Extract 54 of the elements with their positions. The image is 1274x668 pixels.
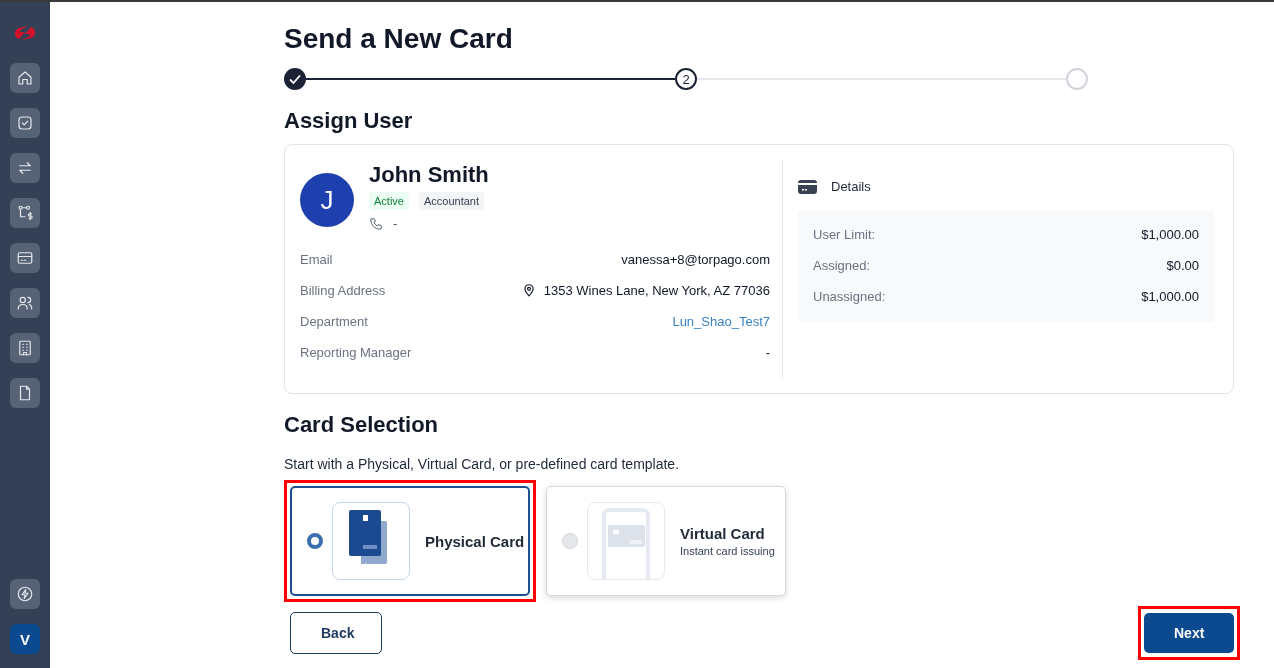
nav-button[interactable] — [10, 288, 40, 318]
detail-label: Assigned: — [813, 258, 871, 275]
phone-value: - — [393, 216, 398, 231]
lightning-icon — [16, 585, 34, 603]
card-icon — [16, 249, 34, 267]
location-pin-icon — [521, 283, 536, 297]
arrows-icon — [16, 159, 34, 177]
status-tag: Active — [369, 192, 409, 210]
user-avatar: J — [300, 173, 354, 227]
option-title: Virtual Card — [680, 525, 766, 542]
home-icon — [16, 69, 34, 87]
card-icon — [798, 179, 817, 194]
field-value: vanessa+8@torpago.com — [621, 251, 770, 267]
department-link[interactable]: Lun_Shao_Test7 — [672, 313, 770, 329]
detail-value: $1,000.00 — [1141, 227, 1199, 244]
field-label: Department — [300, 313, 368, 329]
building-icon — [16, 339, 34, 357]
nav-button[interactable] — [10, 243, 40, 273]
section-heading: Card Selection — [284, 412, 440, 438]
step-indicator: 2 — [675, 68, 697, 90]
detail-label: User Limit: — [813, 227, 876, 244]
flow-dollar-icon — [16, 204, 34, 222]
users-icon — [16, 294, 34, 312]
field-value: - — [765, 344, 770, 360]
page-title: Send a New Card — [284, 22, 514, 56]
detail-label: Unassigned: — [813, 289, 886, 306]
nav-button[interactable] — [10, 153, 40, 183]
checkmark-square-icon — [16, 114, 34, 132]
option-title: Physical Card — [425, 532, 525, 550]
detail-value: $1,000.00 — [1141, 289, 1199, 306]
field-label: Email — [300, 251, 333, 267]
nav-button[interactable] — [10, 198, 40, 228]
nav-button[interactable] — [10, 579, 40, 609]
role-tag: Accountant — [418, 192, 484, 210]
card-type-option[interactable]: Virtual Card Instant card issuing — [546, 486, 786, 596]
back-button[interactable]: Back — [290, 612, 382, 654]
nav-button[interactable] — [10, 63, 40, 93]
field-value: 1353 Wines Lane, New York, AZ 77036 — [543, 282, 770, 298]
section-description: Start with a Physical, Virtual Card, or pre-defined card template. — [284, 456, 681, 472]
nav-button[interactable] — [10, 378, 40, 408]
user-name: John Smith — [369, 162, 489, 188]
phone-icon — [369, 216, 383, 231]
option-subtitle: Instant card issuing — [680, 545, 775, 557]
detail-value: $0.00 — [1166, 258, 1199, 275]
nav-button[interactable] — [10, 333, 40, 363]
card-type-option[interactable]: Physical Card — [290, 486, 530, 596]
details-heading: Details — [831, 179, 871, 194]
nav-button[interactable] — [10, 108, 40, 138]
account-button[interactable]: V — [10, 624, 40, 654]
radio-button[interactable] — [307, 533, 323, 549]
next-button[interactable]: Next — [1144, 613, 1234, 653]
field-label: Reporting Manager — [300, 344, 412, 360]
section-heading: Assign User — [284, 108, 414, 134]
field-label: Billing Address — [300, 282, 386, 298]
